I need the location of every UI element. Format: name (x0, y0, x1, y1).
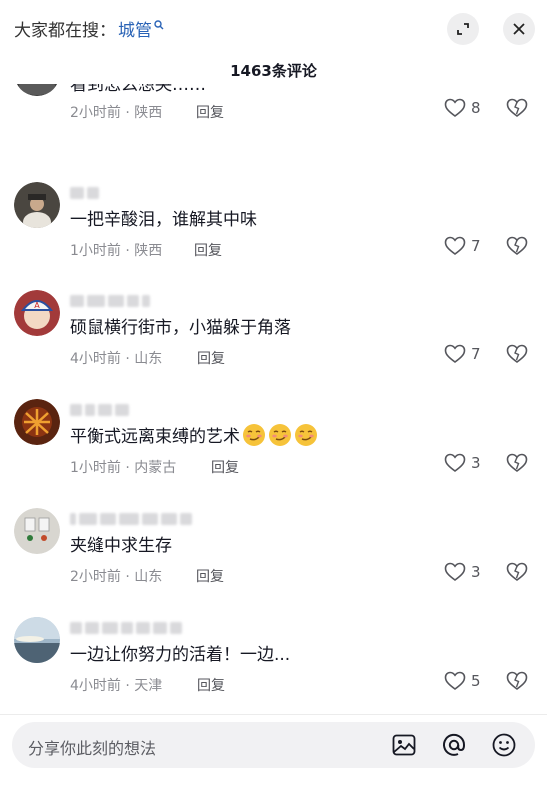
broken-heart-icon (506, 236, 528, 255)
dislike-button[interactable] (506, 671, 528, 695)
comment-item: 一边让你努力的活着！一边... 4小时前 · 天津 回复 5 (0, 611, 547, 714)
comment-item: 一把辛酸泪，谁解其中味 1小时前 · 陕西 回复 7 (0, 176, 547, 284)
at-icon[interactable] (441, 732, 467, 758)
username[interactable] (70, 399, 132, 416)
like-button[interactable]: 3 (444, 562, 481, 582)
like-count: 5 (471, 672, 481, 690)
comment-list[interactable]: 看到怎么想哭…… 2小时前 · 陕西 回复 8 一把辛酸泪，谁解其中味 1小时前… (0, 84, 547, 714)
dislike-button[interactable] (506, 562, 528, 586)
comment-count-title: 1463条评论 (230, 62, 317, 80)
comment-meta: 2小时前 · 陕西 (70, 105, 163, 121)
heart-icon (444, 344, 466, 363)
emoji-icon[interactable] (491, 732, 517, 758)
comment-text: 平衡式远离束缚的艺术 (70, 422, 318, 447)
broken-heart-icon (506, 453, 528, 472)
comment-meta: 1小时前 · 陕西 (70, 243, 163, 259)
broken-heart-icon (506, 671, 528, 690)
comment-text: 硕鼠横行街市，小猫躲于角落 (70, 318, 291, 338)
divider (0, 714, 547, 715)
username[interactable] (70, 617, 185, 634)
like-count: 8 (471, 99, 481, 117)
search-suggestion[interactable]: 大家都在搜： 城管 (14, 16, 164, 41)
comment-text: 夹缝中求生存 (70, 536, 172, 556)
reply-button[interactable]: 回复 (197, 348, 225, 368)
expand-button[interactable] (447, 13, 479, 45)
heart-icon (444, 671, 466, 690)
heart-icon (444, 453, 466, 472)
comment-meta: 1小时前 · 内蒙古 (70, 460, 177, 476)
username[interactable] (70, 508, 195, 525)
broken-heart-icon (506, 344, 528, 363)
broken-heart-icon (506, 562, 528, 581)
avatar[interactable] (14, 182, 60, 228)
avatar[interactable]: A (14, 290, 60, 336)
heart-icon (444, 98, 466, 117)
top-bar: 大家都在搜： 城管 (0, 0, 547, 56)
avatar[interactable] (14, 399, 60, 445)
comment-text-content: 平衡式远离束缚的艺术 (70, 427, 240, 447)
avatar[interactable] (14, 84, 60, 96)
broken-heart-icon (506, 98, 528, 117)
search-prefix: 大家都在搜： (14, 21, 116, 41)
like-button[interactable]: 7 (444, 344, 481, 364)
comment-item: 夹缝中求生存 2小时前 · 山东 回复 3 (0, 502, 547, 610)
comment-input-placeholder[interactable]: 分享你此刻的想法 (28, 735, 156, 759)
like-count: 7 (471, 237, 481, 255)
search-keyword[interactable]: 城管 (118, 16, 152, 41)
close-button[interactable] (503, 13, 535, 45)
comment-item: 平衡式远离束缚的艺术 1小时前 · 内蒙古 回复 3 (0, 393, 547, 501)
like-button[interactable]: 8 (444, 98, 481, 118)
heart-icon (444, 236, 466, 255)
comment-meta: 2小时前 · 山东 (70, 569, 163, 585)
username[interactable] (70, 182, 102, 199)
comment-text: 看到怎么想哭…… (70, 84, 206, 95)
reply-button[interactable]: 回复 (196, 102, 224, 122)
reply-button[interactable]: 回复 (196, 566, 224, 586)
comment-item: 看到怎么想哭…… 2小时前 · 陕西 回复 8 (0, 84, 547, 162)
smirk-emoji (268, 423, 292, 447)
heart-icon (444, 562, 466, 581)
avatar[interactable] (14, 508, 60, 554)
like-count: 3 (471, 563, 481, 581)
username[interactable] (70, 290, 153, 307)
like-button[interactable]: 7 (444, 236, 481, 256)
dislike-button[interactable] (506, 344, 528, 368)
like-button[interactable]: 3 (444, 453, 481, 473)
dislike-button[interactable] (506, 236, 528, 260)
comment-item: A 硕鼠横行街市，小猫躲于角落 4小时前 · 山东 回复 7 (0, 284, 547, 392)
like-count: 3 (471, 454, 481, 472)
comment-text: 一把辛酸泪，谁解其中味 (70, 210, 257, 230)
like-count: 7 (471, 345, 481, 363)
avatar[interactable] (14, 617, 60, 663)
reply-button[interactable]: 回复 (197, 675, 225, 695)
dislike-button[interactable] (506, 453, 528, 477)
dislike-button[interactable] (506, 98, 528, 122)
expand-icon (457, 23, 469, 35)
svg-text:A: A (34, 301, 40, 310)
close-icon (513, 23, 525, 35)
smirk-emoji (242, 423, 266, 447)
reply-button[interactable]: 回复 (211, 457, 239, 477)
image-icon[interactable] (391, 732, 417, 758)
search-icon (154, 15, 164, 35)
comment-meta: 4小时前 · 天津 (70, 678, 163, 694)
comment-meta: 4小时前 · 山东 (70, 351, 163, 367)
comment-input-bar[interactable]: 分享你此刻的想法 (12, 722, 535, 768)
smirk-emoji (294, 423, 318, 447)
reply-button[interactable]: 回复 (194, 240, 222, 260)
comment-text: 一边让你努力的活着！一边... (70, 645, 291, 665)
like-button[interactable]: 5 (444, 671, 481, 691)
